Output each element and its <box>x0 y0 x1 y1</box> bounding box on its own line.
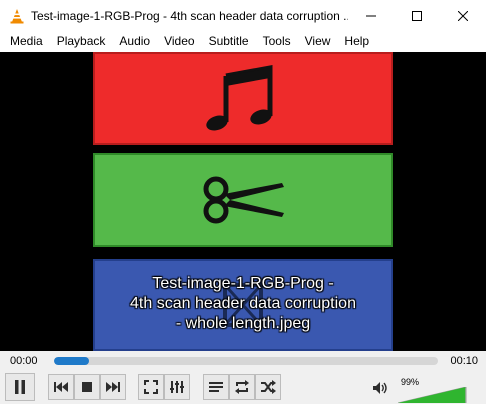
extended-settings-button[interactable] <box>164 374 190 400</box>
close-icon <box>458 10 468 21</box>
scissors-icon <box>203 176 284 224</box>
shuffle-button[interactable] <box>255 374 281 400</box>
menu-bar: Media Playback Audio Video Subtitle Tool… <box>0 31 486 52</box>
subtitle-line: Test-image-1-RGB-Prog - <box>152 275 334 292</box>
video-display[interactable]: Test-image-1-RGB-Prog - 4th scan header … <box>0 52 486 351</box>
menu-video[interactable]: Video <box>157 31 201 52</box>
controls-bar: 99% <box>0 371 486 404</box>
time-elapsed: 00:00 <box>10 355 38 367</box>
menu-view[interactable]: View <box>298 31 338 52</box>
maximize-icon <box>412 10 422 21</box>
menu-audio[interactable]: Audio <box>112 31 157 52</box>
subtitle-line: 4th scan header data corruption <box>130 295 356 312</box>
menu-tools[interactable]: Tools <box>256 31 298 52</box>
seek-row: 00:00 00:10 <box>0 351 486 371</box>
title-bar[interactable]: Test-image-1-RGB-Prog - 4th scan header … <box>0 0 486 31</box>
pause-button[interactable] <box>5 373 35 401</box>
shuffle-icon <box>261 380 276 394</box>
extended-settings-icon <box>170 381 184 393</box>
stop-button[interactable] <box>74 374 100 400</box>
music-note-icon <box>206 64 273 130</box>
fullscreen-icon <box>144 380 158 394</box>
next-icon <box>106 382 120 392</box>
previous-button[interactable] <box>48 374 74 400</box>
green-band <box>93 153 393 247</box>
subtitle-line: - whole length.jpeg <box>175 315 311 332</box>
time-total: 00:10 <box>450 355 478 367</box>
red-band <box>93 52 393 145</box>
seek-progress <box>54 357 89 365</box>
menu-playback[interactable]: Playback <box>50 31 113 52</box>
playlist-icon <box>209 382 223 392</box>
menu-media[interactable]: Media <box>3 31 50 52</box>
minimize-icon <box>366 15 376 16</box>
vlc-cone-icon <box>9 8 25 24</box>
volume-slider[interactable] <box>398 387 468 403</box>
fullscreen-button[interactable] <box>138 374 164 400</box>
loop-button[interactable] <box>229 374 255 400</box>
close-button[interactable] <box>440 0 486 31</box>
window-title: Test-image-1-RGB-Prog - 4th scan header … <box>31 8 348 23</box>
menu-help[interactable]: Help <box>337 31 376 52</box>
next-button[interactable] <box>100 374 126 400</box>
subtitle-overlay: Test-image-1-RGB-Prog - 4th scan header … <box>93 274 393 334</box>
loop-icon <box>235 380 249 394</box>
pause-icon <box>15 380 25 394</box>
menu-subtitle[interactable]: Subtitle <box>202 31 256 52</box>
seek-slider[interactable] <box>54 357 438 365</box>
previous-icon <box>54 382 68 392</box>
minimize-button[interactable] <box>348 0 394 31</box>
volume-label: 99% <box>401 377 420 387</box>
stop-icon <box>82 382 92 392</box>
maximize-button[interactable] <box>394 0 440 31</box>
speaker-icon[interactable] <box>372 381 388 398</box>
playlist-button[interactable] <box>203 374 229 400</box>
